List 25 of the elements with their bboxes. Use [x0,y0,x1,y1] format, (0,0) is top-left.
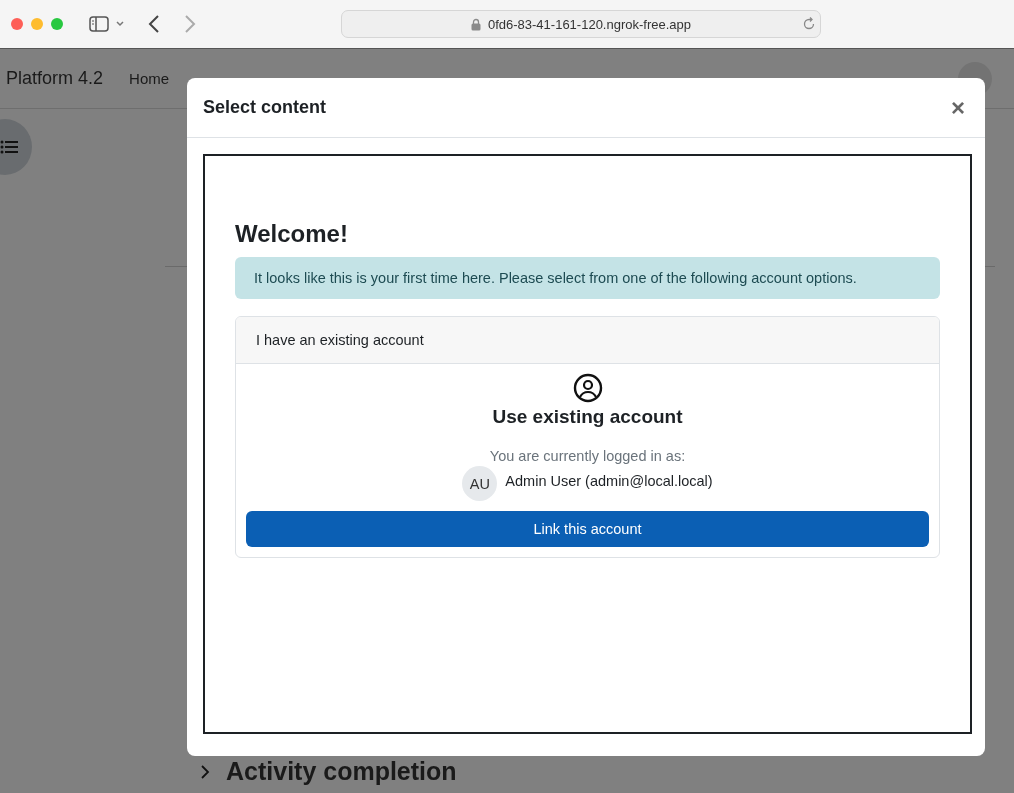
user-circle-icon [572,373,603,403]
user-name: Admin User (admin@local.local) [505,472,713,489]
back-icon[interactable] [148,15,160,33]
info-alert: It looks like this is your first time here. Please select from one of the following account options. [235,257,940,299]
nav-link[interactable]: Home [129,70,170,87]
url-text: 0fd6-83-41-161-120.ngrok-free.app [487,16,692,32]
sidebar-icon[interactable] [89,16,109,32]
user-avatar: AU [462,466,498,501]
section-heading: Activity completion [226,757,457,786]
address-bar[interactable]: 0fd6-83-41-161-120.ngrok-free.app [341,10,821,38]
modal-title: Select content [203,97,327,118]
lock-icon [470,17,481,31]
close-window-icon[interactable] [11,18,23,30]
logged-in-label: You are currently logged in as: [489,448,686,464]
card-header: I have an existing account [236,317,939,364]
reload-icon[interactable] [802,17,816,31]
card-title: Use existing account [492,406,683,428]
chevron-right-icon[interactable] [200,763,210,780]
welcome-heading: Welcome! [235,220,349,248]
list-icon [0,140,18,154]
forward-icon[interactable] [184,15,196,33]
chevron-down-icon[interactable] [115,20,125,28]
link-account-button[interactable]: Link this account [246,511,929,547]
site-name[interactable]: Platform 4.2 [6,68,104,89]
close-button[interactable]: × [947,93,969,122]
